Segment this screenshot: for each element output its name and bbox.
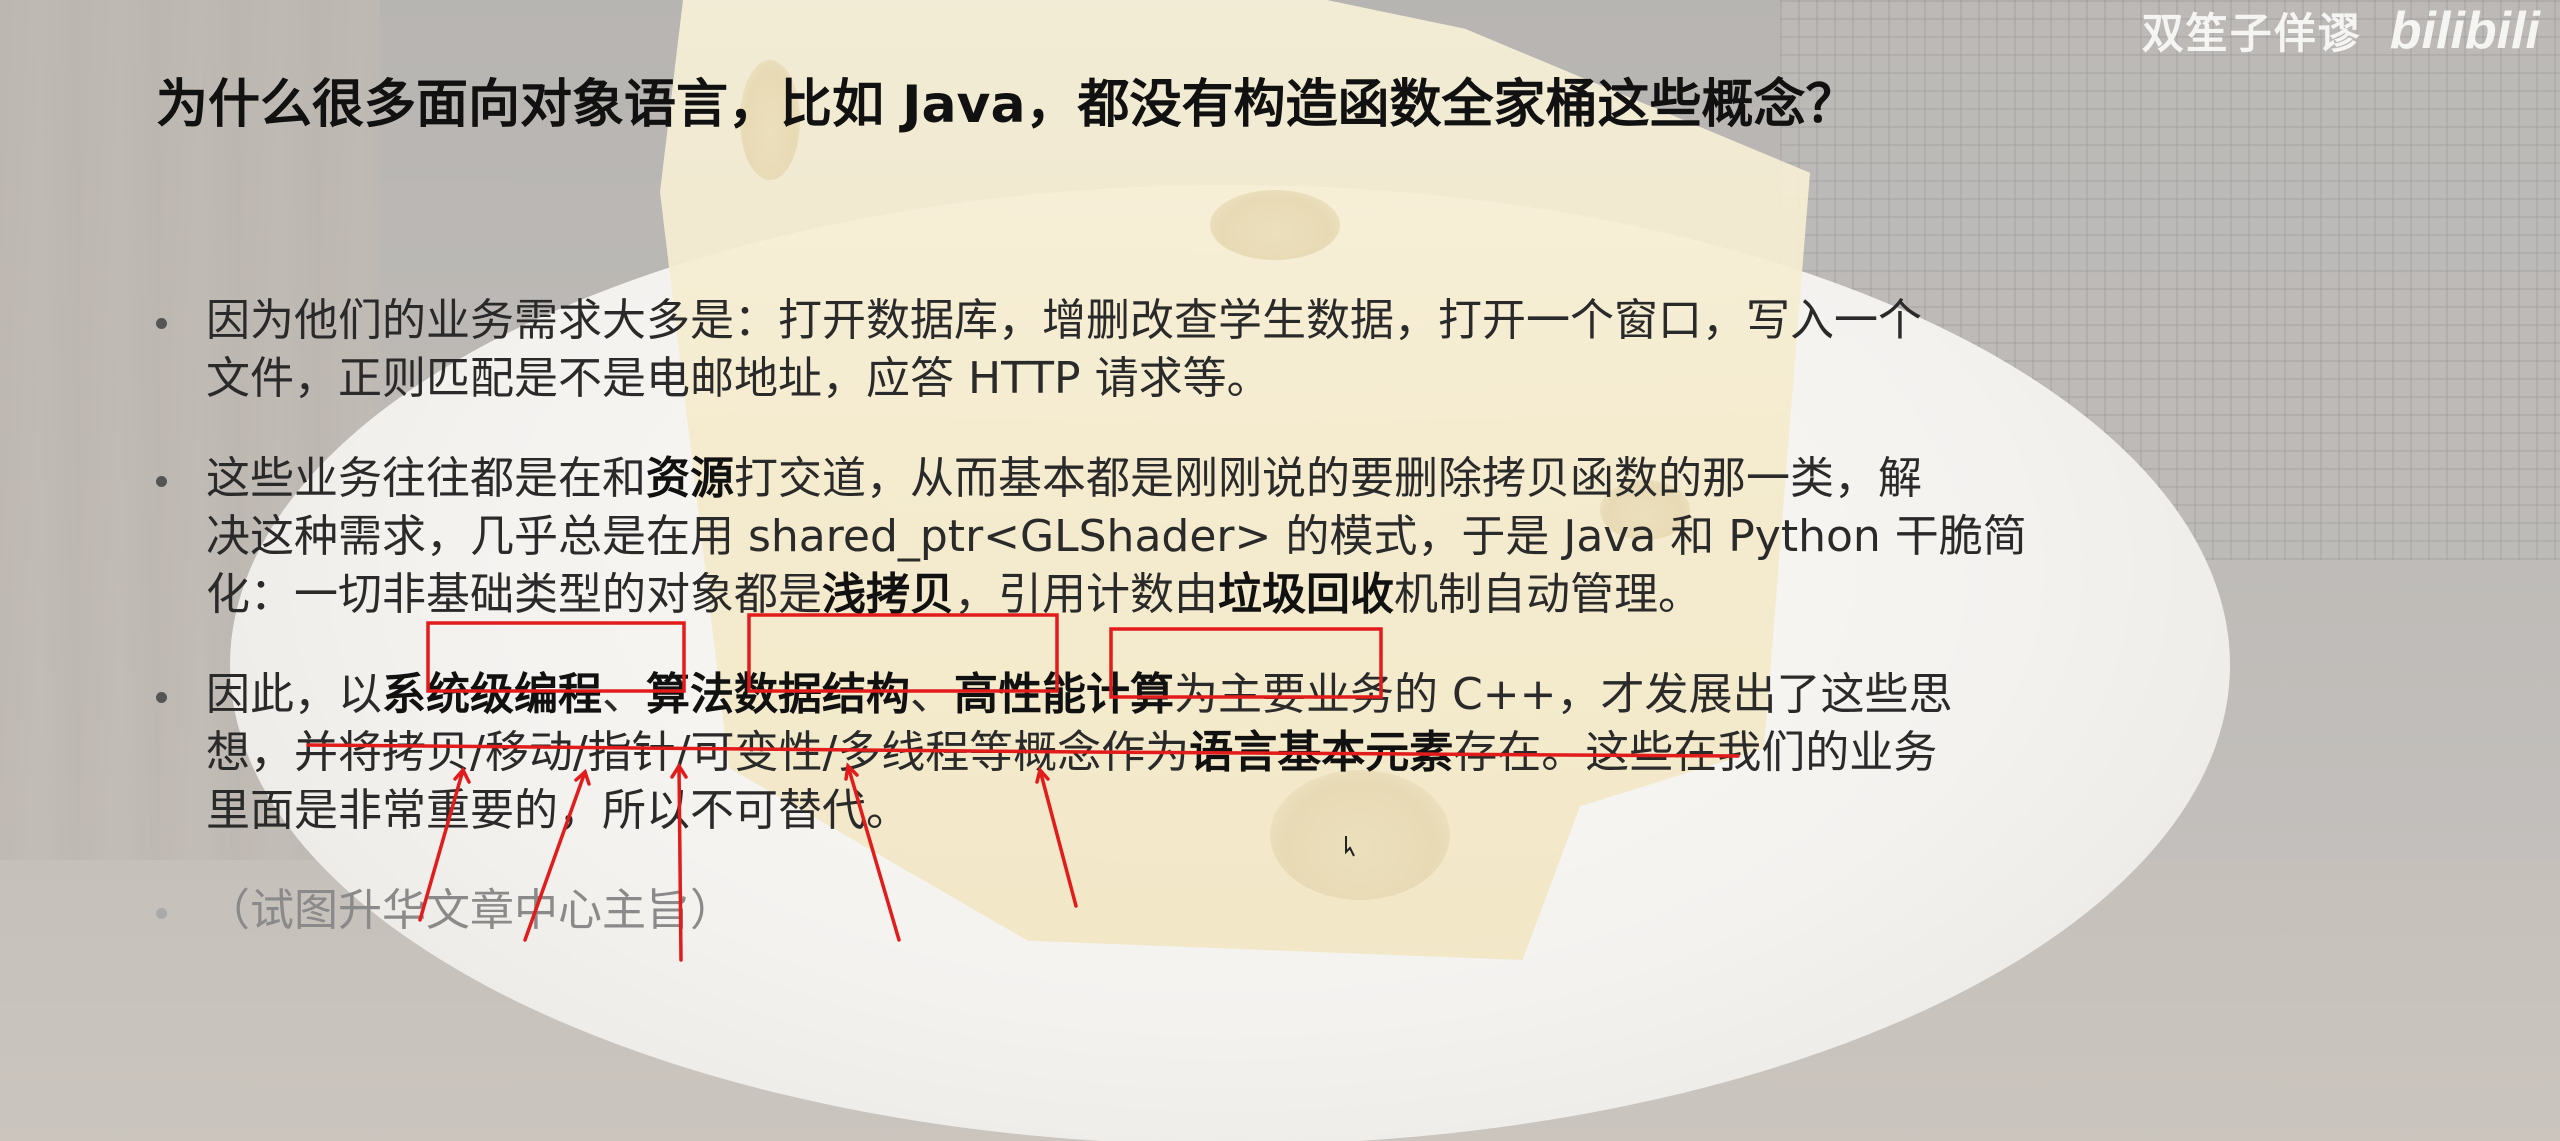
bullet-item: 这些业务往往都是在和资源打交道，从而基本都是刚刚说的要删除拷贝函数的那一类，解 …: [150, 450, 2330, 624]
bullet-item: 因此，以系统级编程、算法数据结构、高性能计算为主要业务的 C++，才发展出了这些…: [150, 666, 2330, 840]
emphasis-garbage-collection: 垃圾回收: [1218, 569, 1394, 620]
bullet-line: 文件，正则匹配是不是电邮地址，应答 HTTP 请求等。: [206, 353, 1271, 404]
emphasis-resource: 资源: [646, 453, 734, 504]
bullet-line: 化：一切非基础类型的对象都是浅拷贝，引用计数由垃圾回收机制自动管理。: [206, 566, 2330, 624]
slide-title: 为什么很多面向对象语言，比如 Java，都没有构造函数全家桶这些概念？: [156, 75, 1858, 135]
text-run: 想，并将拷贝/移动/指针/可变性/多线程等概念作为: [206, 727, 1190, 778]
text-run: 机制自动管理。: [1394, 569, 1702, 620]
text-run: 打交道，从而基本都是刚刚说的要删除拷贝函数的那一类，解: [734, 453, 1922, 504]
bullet-line: 决这种需求，几乎总是在用 shared_ptr<GLShader> 的模式，于是…: [206, 511, 2027, 562]
slide-bullet-list: 因为他们的业务需求大多是：打开数据库，增删改查学生数据，打开一个窗口，写入一个 …: [150, 292, 2330, 982]
bullet-line: 因此，以系统级编程、算法数据结构、高性能计算为主要业务的 C++，才发展出了这些…: [206, 666, 2330, 724]
bullet-line: 因为他们的业务需求大多是：打开数据库，增删改查学生数据，打开一个窗口，写入一个: [206, 295, 1922, 346]
text-run: ，引用计数由: [954, 569, 1218, 620]
video-frame: 双笙子佯谬 bilibili 为什么很多面向对象语言，比如 Java，都没有构造…: [0, 0, 2560, 1141]
emphasis-hpc: 高性能计算: [954, 669, 1174, 720]
text-run: 为主要业务的 C++，才发展出了这些思: [1174, 669, 1953, 720]
text-run: 、: [602, 669, 646, 720]
uploader-name: 双笙子佯谬: [2141, 9, 2362, 58]
text-run: 这些业务往往都是在和: [206, 453, 646, 504]
text-run: 化：一切非基础类型的对象都是: [206, 569, 822, 620]
bullet-line: （试图升华文章中心主旨）: [206, 885, 734, 936]
bullet-line: 里面是非常重要的，所以不可替代。: [206, 785, 910, 836]
bullet-item-muted: （试图升华文章中心主旨）: [150, 882, 2330, 940]
video-watermark: 双笙子佯谬 bilibili: [2142, 0, 2540, 61]
emphasis-shallow-copy: 浅拷贝: [822, 569, 954, 620]
text-run: 、: [910, 669, 954, 720]
bullet-line: 想，并将拷贝/移动/指针/可变性/多线程等概念作为语言基本元素存在。这些在我们的…: [206, 724, 2330, 782]
text-run: 因此，以: [206, 669, 382, 720]
bilibili-logo-icon: bilibili: [2389, 1, 2540, 60]
emphasis-system-programming: 系统级编程: [382, 669, 602, 720]
bullet-line: 这些业务往往都是在和资源打交道，从而基本都是刚刚说的要删除拷贝函数的那一类，解: [206, 450, 2330, 508]
text-run: 存在。这些在我们的业务: [1453, 727, 1938, 778]
emphasis-algorithms: 算法数据结构: [646, 669, 910, 720]
bullet-item: 因为他们的业务需求大多是：打开数据库，增删改查学生数据，打开一个窗口，写入一个 …: [150, 292, 2330, 408]
emphasis-language-elements: 语言基本元素: [1189, 727, 1454, 778]
